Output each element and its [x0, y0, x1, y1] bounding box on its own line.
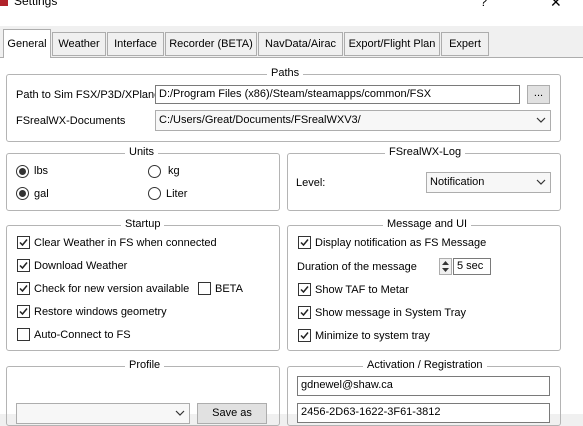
radio-kg[interactable] [148, 165, 161, 178]
tab-interface[interactable]: Interface [107, 32, 164, 56]
radio-liter-label: Liter [166, 188, 188, 200]
checkbox-auto-connect[interactable] [17, 328, 30, 341]
activation-key-input[interactable]: 2456-2D63-1622-3F61-3812 [297, 403, 550, 423]
save-as-button[interactable]: Save as [197, 403, 267, 424]
window-title: Settings [14, 0, 58, 8]
duration-input[interactable]: 5 sec [453, 258, 491, 275]
app-icon [0, 0, 8, 6]
checkbox-beta[interactable] [198, 282, 211, 295]
checkbox-check-version[interactable] [17, 282, 30, 295]
checkmark-icon [19, 239, 28, 247]
log-level-value: Notification [430, 176, 485, 188]
log-level-label: Level: [296, 177, 326, 189]
units-group: Units [6, 146, 280, 211]
checkbox-restore-geometry[interactable] [17, 305, 30, 318]
activation-email-input[interactable]: gdnewel@shaw.ca [297, 376, 550, 396]
chevron-down-icon [536, 117, 546, 123]
beta-label: BETA [215, 283, 243, 295]
checkbox-clear-weather[interactable] [17, 236, 30, 249]
documents-path-value: C:/Users/Great/Documents/FSrealWXV3/ [159, 114, 361, 126]
auto-connect-label: Auto-Connect to FS [34, 329, 131, 341]
checkbox-display-notification[interactable] [298, 236, 311, 249]
show-taf-label: Show TAF to Metar [315, 284, 409, 296]
title-bar: Settings ? ✕ [0, 0, 583, 26]
tab-general[interactable]: General [3, 29, 51, 58]
checkmark-icon [19, 308, 28, 316]
radio-liter[interactable] [148, 187, 161, 200]
browse-button[interactable]: ... [527, 85, 550, 104]
download-weather-label: Download Weather [34, 260, 128, 272]
tab-weather[interactable]: Weather [52, 32, 106, 56]
help-button[interactable]: ? [480, 0, 487, 9]
tab-expert[interactable]: Expert [441, 32, 489, 56]
clear-weather-label: Clear Weather in FS when connected [34, 237, 217, 249]
checkmark-icon [300, 239, 309, 247]
tab-navdata[interactable]: NavData/Airac [258, 32, 343, 56]
tab-export-flight-plan[interactable]: Export/Flight Plan [344, 32, 440, 56]
documents-path-combobox[interactable]: C:/Users/Great/Documents/FSrealWXV3/ [155, 110, 551, 131]
radio-gal-label: gal [34, 188, 49, 200]
paths-group-title: Paths [267, 67, 304, 79]
show-tray-message-label: Show message in System Tray [315, 307, 467, 319]
activation-group-title: Activation / Registration [363, 359, 487, 371]
duration-spin-buttons[interactable] [439, 258, 452, 275]
checkmark-icon [19, 285, 28, 293]
sim-path-input[interactable]: D:/Program Files (x86)/Steam/steamapps/c… [155, 85, 520, 104]
startup-group-title: Startup [121, 218, 165, 230]
message-ui-group-title: Message and UI [383, 218, 472, 230]
checkbox-download-weather[interactable] [17, 259, 30, 272]
log-group-title: FSrealWX-Log [385, 146, 466, 158]
close-button[interactable]: ✕ [550, 0, 562, 11]
profile-combobox[interactable] [16, 403, 190, 424]
radio-kg-label: kg [168, 165, 180, 177]
checkmark-icon [300, 332, 309, 340]
checkmark-icon [300, 309, 309, 317]
restore-geometry-label: Restore windows geometry [34, 306, 167, 318]
checkbox-show-taf[interactable] [298, 283, 311, 296]
checkmark-icon [19, 262, 28, 270]
units-group-title: Units [125, 146, 159, 158]
chevron-down-icon [536, 179, 546, 185]
checkbox-show-tray-message[interactable] [298, 306, 311, 319]
profile-group-title: Profile [125, 359, 165, 371]
radio-lbs[interactable] [16, 165, 29, 178]
check-version-label: Check for new version available [34, 283, 190, 295]
radio-gal[interactable] [16, 187, 29, 200]
duration-label: Duration of the message [297, 261, 417, 273]
spin-arrows-icon [442, 261, 449, 272]
sim-path-label: Path to Sim FSX/P3D/XPlane [16, 89, 161, 101]
radio-lbs-label: lbs [34, 165, 49, 177]
tab-recorder[interactable]: Recorder (BETA) [165, 32, 257, 56]
checkbox-minimize-tray[interactable] [298, 329, 311, 342]
documents-path-label: FSrealWX-Documents [16, 115, 126, 127]
checkmark-icon [300, 286, 309, 294]
chevron-down-icon [175, 410, 185, 416]
display-notification-label: Display notification as FS Message [315, 237, 487, 249]
log-level-combobox[interactable]: Notification [426, 172, 551, 193]
minimize-tray-label: Minimize to system tray [315, 330, 430, 342]
